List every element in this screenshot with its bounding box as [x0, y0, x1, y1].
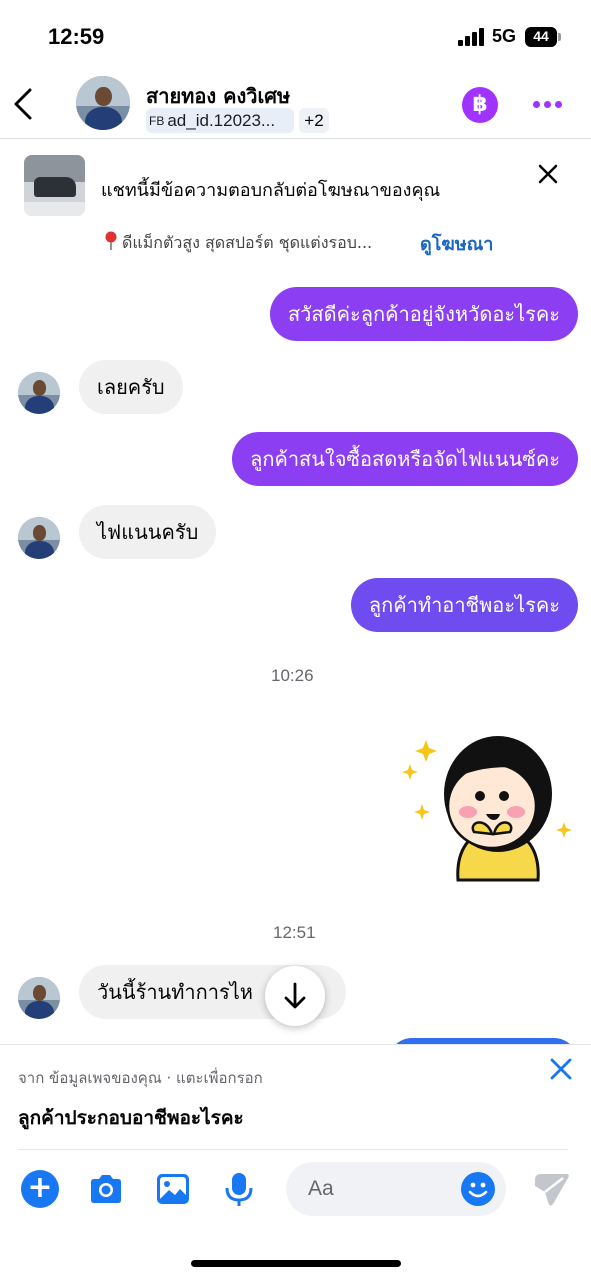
contact-avatar[interactable]: [76, 76, 130, 130]
more-icon[interactable]: [530, 100, 564, 110]
battery-level: 44: [533, 28, 549, 44]
extra-labels-chip[interactable]: +2: [299, 108, 329, 133]
pin-icon: [103, 231, 119, 251]
header-divider: [0, 138, 591, 139]
arrow-down-icon: [284, 982, 306, 1009]
ad-id-chip[interactable]: FB ad_id.12023...: [146, 108, 294, 133]
sender-avatar[interactable]: [18, 372, 60, 414]
message-incoming[interactable]: ไฟแนนครับ: [79, 505, 217, 559]
send-icon[interactable]: [533, 1172, 571, 1206]
sender-avatar[interactable]: [18, 977, 60, 1019]
ad-banner-title: แชทนี้มีข้อความตอบกลับต่อโฆษณาของคุณ: [101, 180, 441, 201]
camera-icon[interactable]: [87, 1170, 125, 1208]
status-time: 12:59: [48, 24, 105, 49]
battery-icon: 44: [525, 27, 557, 47]
coin-icon[interactable]: ฿: [462, 87, 498, 123]
view-ad-link[interactable]: ดูโฆษณา: [420, 229, 493, 258]
timestamp: 12:51: [273, 923, 316, 942]
message-outgoing[interactable]: ลูกค้าทำอาชีพอะไรคะ: [350, 578, 578, 632]
ad-id-label: ad_id.12023...: [167, 110, 276, 130]
scroll-to-bottom-button[interactable]: [265, 966, 325, 1026]
sender-avatar[interactable]: [18, 517, 60, 559]
close-icon[interactable]: [536, 162, 560, 186]
home-indicator: [191, 1260, 401, 1267]
ad-thumbnail[interactable]: [24, 155, 85, 216]
suggestion-source: จาก ข้อมูลเพจของคุณ · แตะเพื่อกรอก: [18, 1069, 263, 1087]
sticker-image[interactable]: [398, 712, 578, 884]
microphone-icon[interactable]: [220, 1170, 258, 1208]
timestamp: 10:26: [271, 666, 314, 685]
suggestion-divider: [18, 1149, 568, 1150]
message-outgoing[interactable]: ลูกค้าสนใจซื้อสดหรือจัดไฟแนนซ์คะ: [232, 432, 578, 486]
battery-cap: [558, 33, 561, 41]
plus-icon[interactable]: +: [21, 1170, 59, 1208]
image-icon[interactable]: [154, 1170, 192, 1208]
network-label: 5G: [492, 26, 517, 46]
back-icon[interactable]: [10, 86, 38, 122]
signal-icon: [458, 28, 486, 46]
message-outgoing[interactable]: สวัสดีค่ะลูกค้าอยู่จังหวัดอะไรคะ: [269, 287, 578, 341]
close-icon[interactable]: [548, 1056, 574, 1082]
suggested-reply[interactable]: ลูกค้าประกอบอาชีพอะไรคะ: [18, 1103, 244, 1133]
fb-badge: FB: [149, 113, 165, 128]
message-incoming[interactable]: เลยครับ: [79, 360, 183, 414]
ad-description: ดีแม็กตัวสูง สุดสปอร์ต ชุดแต่งรอบ...: [122, 233, 373, 252]
emoji-icon[interactable]: [461, 1172, 495, 1206]
